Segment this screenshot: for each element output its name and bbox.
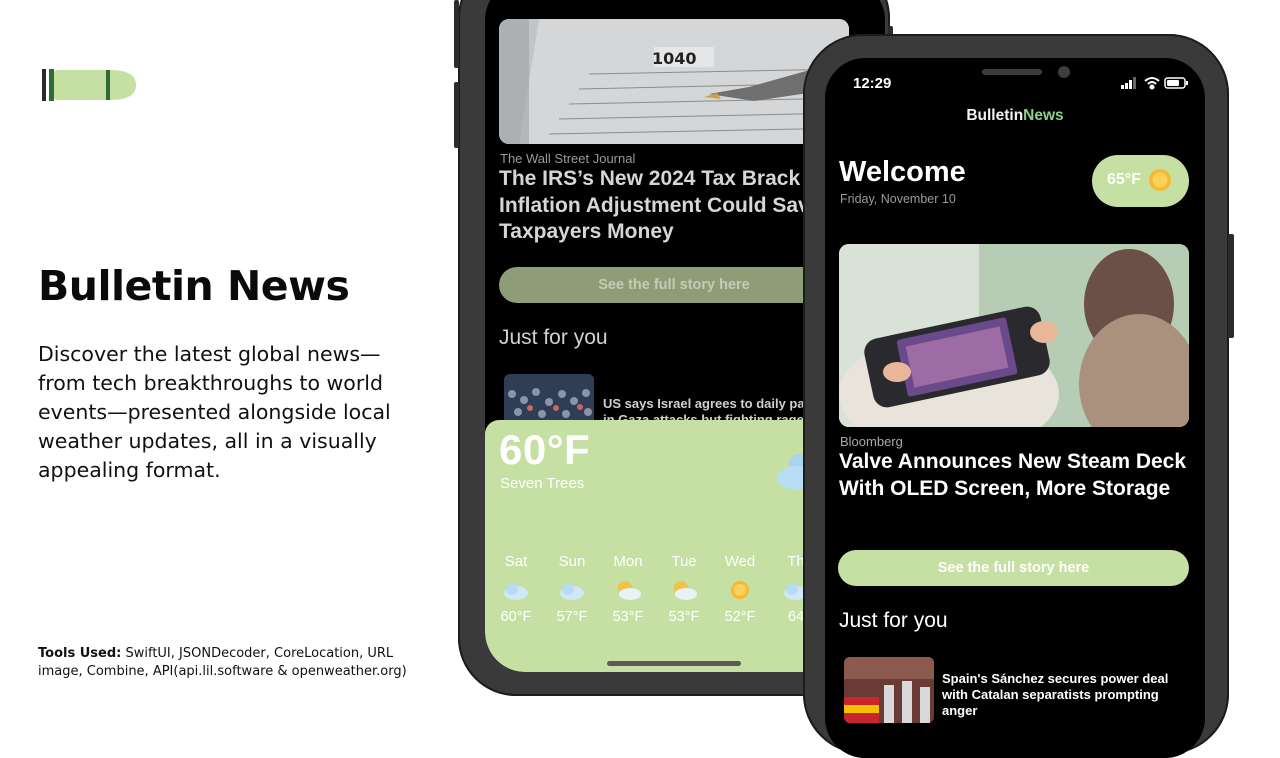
wifi-icon — [1144, 77, 1160, 90]
current-date: Friday, November 10 — [840, 192, 956, 206]
sun-icon — [731, 581, 749, 599]
pill-temperature: 65°F — [1107, 171, 1141, 188]
brand-accent: News — [1023, 107, 1064, 124]
forecast-temp: 53°F — [668, 609, 700, 625]
steam-deck-image[interactable] — [839, 244, 1189, 427]
app-description: Discover the latest global news—from tec… — [38, 342, 391, 482]
brand-main: Bulletin — [966, 107, 1024, 124]
app-brand: BulletinNews — [825, 107, 1205, 125]
battery-icon — [1164, 77, 1188, 89]
current-temperature: 60°F — [499, 426, 591, 473]
app-logo — [42, 69, 136, 101]
just-for-you-title: Just for you — [499, 326, 608, 349]
forecast-temp: 53°F — [612, 609, 644, 625]
forecast-day-name: Tue — [671, 553, 697, 570]
just-for-you-title: Just for you — [839, 609, 948, 632]
front-camera — [1058, 66, 1070, 78]
sun-behind-cloud-icon — [618, 581, 641, 600]
related-thumbnail[interactable] — [844, 657, 934, 723]
related-thumbnail[interactable] — [504, 374, 594, 424]
tools-label: Tools Used: — [38, 646, 122, 661]
home-indicator[interactable] — [607, 661, 741, 666]
partly-cloudy-icon — [560, 583, 584, 600]
forecast-day: Wed 52°F — [720, 553, 760, 625]
forecast-temp: 60°F — [500, 609, 532, 625]
sun-behind-cloud-icon — [674, 581, 697, 600]
featured-source: Bloomberg — [840, 434, 903, 449]
forecast-day-name: Wed — [724, 553, 756, 570]
app-title: Bulletin News — [38, 262, 350, 310]
forecast-temp: 52°F — [724, 609, 756, 625]
tax-form-image[interactable]: 1040 — [499, 19, 849, 144]
forecast-day-name: Sat — [504, 553, 528, 570]
full-story-button[interactable]: See the full story here — [838, 550, 1189, 586]
forecast-day-name: Sun — [558, 553, 586, 570]
forecast-day: Mon 53°F — [608, 553, 648, 625]
weather-pill[interactable]: 65°F — [1092, 155, 1189, 207]
status-icons — [1121, 77, 1188, 90]
speaker — [982, 69, 1042, 75]
front-phone-screen: 12:29 BulletinNews Welcome Friday, Novem… — [825, 58, 1205, 758]
featured-headline[interactable]: Valve Announces New Steam Deck With OLED… — [839, 449, 1189, 502]
forecast-day: Sun 57°F — [552, 553, 592, 625]
forecast-temp: 57°F — [556, 609, 588, 625]
sun-icon — [1149, 169, 1171, 191]
forecast-day: Tue 53°F — [664, 553, 704, 625]
full-story-button[interactable]: See the full story here — [499, 267, 849, 303]
welcome-heading: Welcome — [839, 156, 966, 188]
status-time: 12:29 — [853, 75, 892, 92]
signal-icon — [1121, 77, 1136, 89]
featured-source: The Wall Street Journal — [500, 151, 636, 166]
forecast-day-name: Mon — [613, 553, 643, 570]
svg-text:1040: 1040 — [652, 49, 697, 68]
forecast-day: Sat 60°F — [496, 553, 536, 625]
related-headline[interactable]: Spain's Sánchez secures power deal with … — [942, 671, 1192, 719]
partly-cloudy-icon — [504, 583, 528, 600]
side-button — [1228, 234, 1234, 338]
tools-used: Tools Used: SwiftUI, JSONDecoder, CoreLo… — [38, 645, 418, 681]
related-headline-line1[interactable]: US says Israel agrees to daily pa — [603, 396, 805, 411]
weather-location: Seven Trees — [500, 475, 585, 492]
